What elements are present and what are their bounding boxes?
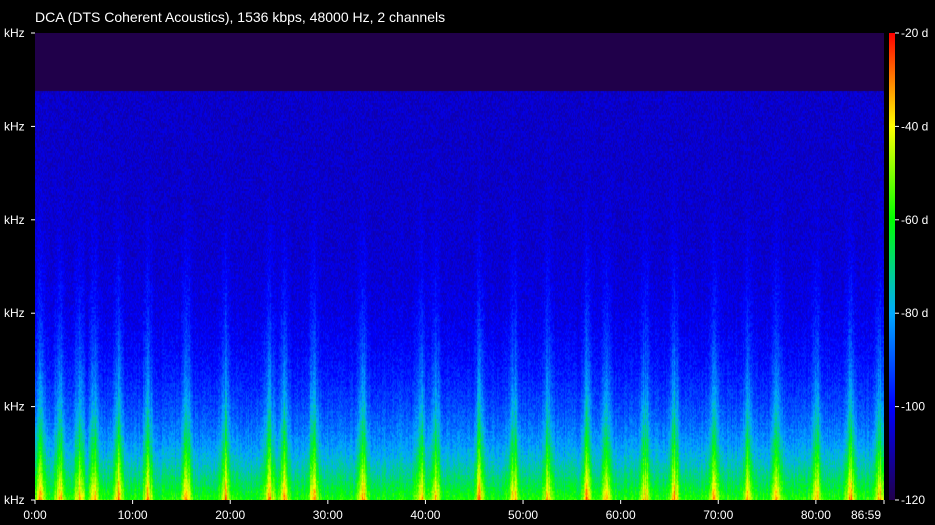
colorbar-tick-label: -40 d: [901, 119, 928, 133]
x-tick-label: 60:00: [606, 508, 636, 522]
colorbar-tick-label: -60 d: [901, 213, 928, 227]
x-tick-label: 80:00: [801, 508, 831, 522]
colorbar: [889, 33, 895, 500]
x-tick-label: 0:00: [23, 508, 47, 522]
spectrogram-image: [35, 33, 884, 500]
y-tick-label: kHz: [4, 26, 25, 40]
x-tick-label: 70:00: [703, 508, 733, 522]
colorbar-axis: -20 d -40 d -60 d -80 d -100 -120: [895, 26, 928, 507]
x-tick-label: 50:00: [508, 508, 538, 522]
spectrogram-plot: [35, 33, 884, 500]
x-tick-label: 30:00: [313, 508, 343, 522]
y-tick-label: kHz: [4, 493, 25, 507]
y-tick-label: kHz: [4, 306, 25, 320]
colorbar-tick-label: -20 d: [901, 26, 928, 40]
x-tick-label: 20:00: [215, 508, 245, 522]
colorbar-tick-label: -80 d: [901, 306, 928, 320]
x-tick-label: 10:00: [118, 508, 148, 522]
x-tick-label: 40:00: [410, 508, 440, 522]
colorbar-tick-label: -120: [901, 493, 925, 507]
y-tick-label: kHz: [4, 213, 25, 227]
y-tick-label: kHz: [4, 400, 25, 414]
y-axis: kHz kHz kHz kHz kHz kHz: [4, 26, 35, 507]
spectrogram-chart: kHz kHz kHz kHz kHz kHz 0:00 10:00 20:00 30:00 40…: [4, 26, 928, 522]
colorbar-tick-label: -100: [901, 400, 925, 414]
y-tick-label: kHz: [4, 119, 25, 133]
x-tick-label: 86:59: [851, 508, 881, 522]
x-axis: 0:00 10:00 20:00 30:00 40:00 50:00 60:00 70:00 8…: [23, 500, 885, 522]
